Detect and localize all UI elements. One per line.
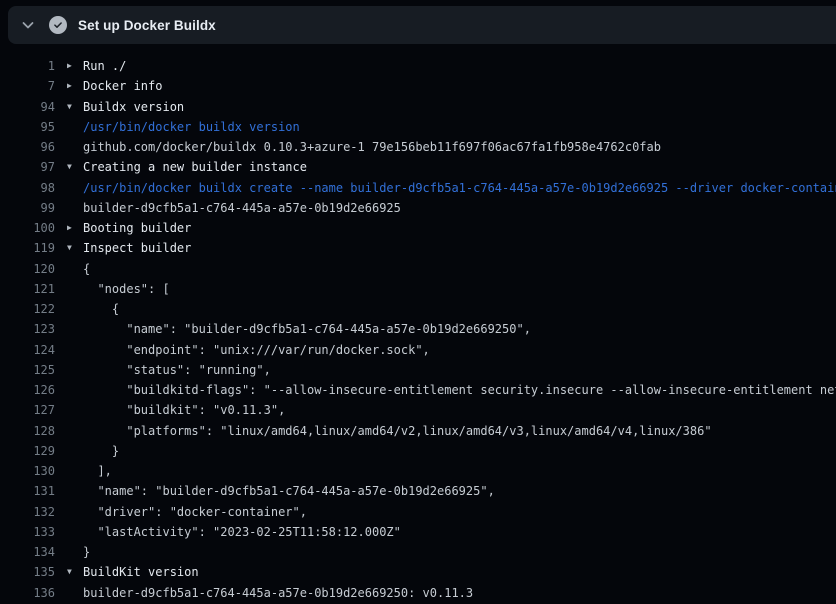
- log-text: "name": "builder-d9cfb5a1-c764-445a-a57e…: [83, 322, 531, 336]
- line-number[interactable]: 94: [0, 100, 55, 114]
- log-text: "endpoint": "unix:///var/run/docker.sock…: [83, 343, 430, 357]
- group-title: Buildx version: [83, 100, 184, 114]
- line-number[interactable]: 119: [0, 241, 55, 255]
- log-line: 98/usr/bin/docker buildx create --name b…: [0, 178, 836, 198]
- triangle-down-icon[interactable]: ▼: [55, 244, 83, 252]
- line-number[interactable]: 95: [0, 120, 55, 134]
- group-title: Booting builder: [83, 221, 191, 235]
- log-text: {: [83, 302, 119, 316]
- log-line: 125 "status": "running",: [0, 360, 836, 380]
- log-text: "buildkit": "v0.11.3",: [83, 403, 285, 417]
- log-line: 134}: [0, 542, 836, 562]
- log-text: {: [83, 262, 90, 276]
- log-line: 126 "buildkitd-flags": "--allow-insecure…: [0, 380, 836, 400]
- log-line: 130 ],: [0, 461, 836, 481]
- line-number[interactable]: 133: [0, 525, 55, 539]
- log-line: 131 "name": "builder-d9cfb5a1-c764-445a-…: [0, 481, 836, 501]
- line-number[interactable]: 128: [0, 424, 55, 438]
- log-text: "nodes": [: [83, 282, 170, 296]
- step-title: Set up Docker Buildx: [78, 18, 216, 33]
- triangle-down-icon[interactable]: ▼: [55, 568, 83, 576]
- line-number[interactable]: 130: [0, 464, 55, 478]
- log-line[interactable]: 135▼BuildKit version: [0, 562, 836, 582]
- group-title: Run ./: [83, 59, 126, 73]
- log-line: 120 {: [0, 259, 836, 279]
- triangle-right-icon[interactable]: ▶: [55, 82, 83, 90]
- line-number[interactable]: 129: [0, 444, 55, 458]
- log-line[interactable]: 100▶Booting builder: [0, 218, 836, 238]
- line-number[interactable]: 134: [0, 545, 55, 559]
- log-text: }: [83, 444, 119, 458]
- log-container: 1▶Run ./7▶Docker info94▼Buildx version95…: [0, 56, 836, 603]
- triangle-down-icon[interactable]: ▼: [55, 163, 83, 171]
- log-text: "lastActivity": "2023-02-25T11:58:12.000…: [83, 525, 401, 539]
- check-circle-icon: [49, 16, 67, 34]
- log-line[interactable]: 94▼Buildx version: [0, 97, 836, 117]
- line-number[interactable]: 136: [0, 586, 55, 600]
- triangle-down-icon[interactable]: ▼: [55, 103, 83, 111]
- line-number[interactable]: 98: [0, 181, 55, 195]
- log-line: 122 {: [0, 299, 836, 319]
- log-line: 127 "buildkit": "v0.11.3",: [0, 400, 836, 420]
- command-text: /usr/bin/docker buildx create --name bui…: [83, 181, 836, 195]
- log-line: 124 "endpoint": "unix:///var/run/docker.…: [0, 340, 836, 360]
- group-title: BuildKit version: [83, 565, 199, 579]
- line-number[interactable]: 96: [0, 140, 55, 154]
- line-number[interactable]: 125: [0, 363, 55, 377]
- log-text: github.com/docker/buildx 0.10.3+azure-1 …: [83, 140, 661, 154]
- command-text: /usr/bin/docker buildx version: [83, 120, 300, 134]
- line-number[interactable]: 7: [0, 79, 55, 93]
- chevron-down-icon[interactable]: [20, 17, 36, 33]
- line-number[interactable]: 99: [0, 201, 55, 215]
- group-title: Docker info: [83, 79, 162, 93]
- line-number[interactable]: 126: [0, 383, 55, 397]
- log-line: 128 "platforms": "linux/amd64,linux/amd6…: [0, 421, 836, 441]
- log-text: builder-d9cfb5a1-c764-445a-a57e-0b19d2e6…: [83, 586, 473, 600]
- line-number[interactable]: 100: [0, 221, 55, 235]
- log-line: 96 github.com/docker/buildx 0.10.3+azure-…: [0, 137, 836, 157]
- log-line: 129 }: [0, 441, 836, 461]
- line-number[interactable]: 1: [0, 59, 55, 73]
- line-number[interactable]: 124: [0, 343, 55, 357]
- line-number[interactable]: 123: [0, 322, 55, 336]
- log-text: "buildkitd-flags": "--allow-insecure-ent…: [83, 383, 836, 397]
- log-line: 121 "nodes": [: [0, 279, 836, 299]
- step-header[interactable]: Set up Docker Buildx: [8, 6, 836, 44]
- log-line: 99 builder-d9cfb5a1-c764-445a-a57e-0b19d2…: [0, 198, 836, 218]
- log-text: "name": "builder-d9cfb5a1-c764-445a-a57e…: [83, 484, 495, 498]
- triangle-right-icon[interactable]: ▶: [55, 62, 83, 70]
- log-line: 95/usr/bin/docker buildx version: [0, 117, 836, 137]
- log-text: "platforms": "linux/amd64,linux/amd64/v2…: [83, 424, 712, 438]
- line-number[interactable]: 122: [0, 302, 55, 316]
- log-line[interactable]: 97▼Creating a new builder instance: [0, 157, 836, 177]
- log-text: "status": "running",: [83, 363, 271, 377]
- triangle-right-icon[interactable]: ▶: [55, 224, 83, 232]
- log-text: }: [83, 545, 90, 559]
- group-title: Inspect builder: [83, 241, 191, 255]
- log-line: 132 "driver": "docker-container",: [0, 502, 836, 522]
- log-line: 123 "name": "builder-d9cfb5a1-c764-445a-…: [0, 319, 836, 339]
- log-text: "driver": "docker-container",: [83, 505, 307, 519]
- line-number[interactable]: 131: [0, 484, 55, 498]
- log-line: 136 builder-d9cfb5a1-c764-445a-a57e-0b19d…: [0, 583, 836, 603]
- line-number[interactable]: 127: [0, 403, 55, 417]
- log-line[interactable]: 1▶Run ./: [0, 56, 836, 76]
- line-number[interactable]: 97: [0, 160, 55, 174]
- line-number[interactable]: 120: [0, 262, 55, 276]
- log-line[interactable]: 7▶Docker info: [0, 76, 836, 96]
- log-line[interactable]: 119▼Inspect builder: [0, 238, 836, 258]
- log-text: builder-d9cfb5a1-c764-445a-a57e-0b19d2e6…: [83, 201, 401, 215]
- line-number[interactable]: 135: [0, 565, 55, 579]
- group-title: Creating a new builder instance: [83, 160, 307, 174]
- line-number[interactable]: 121: [0, 282, 55, 296]
- log-text: ],: [83, 464, 112, 478]
- log-line: 133 "lastActivity": "2023-02-25T11:58:12…: [0, 522, 836, 542]
- line-number[interactable]: 132: [0, 505, 55, 519]
